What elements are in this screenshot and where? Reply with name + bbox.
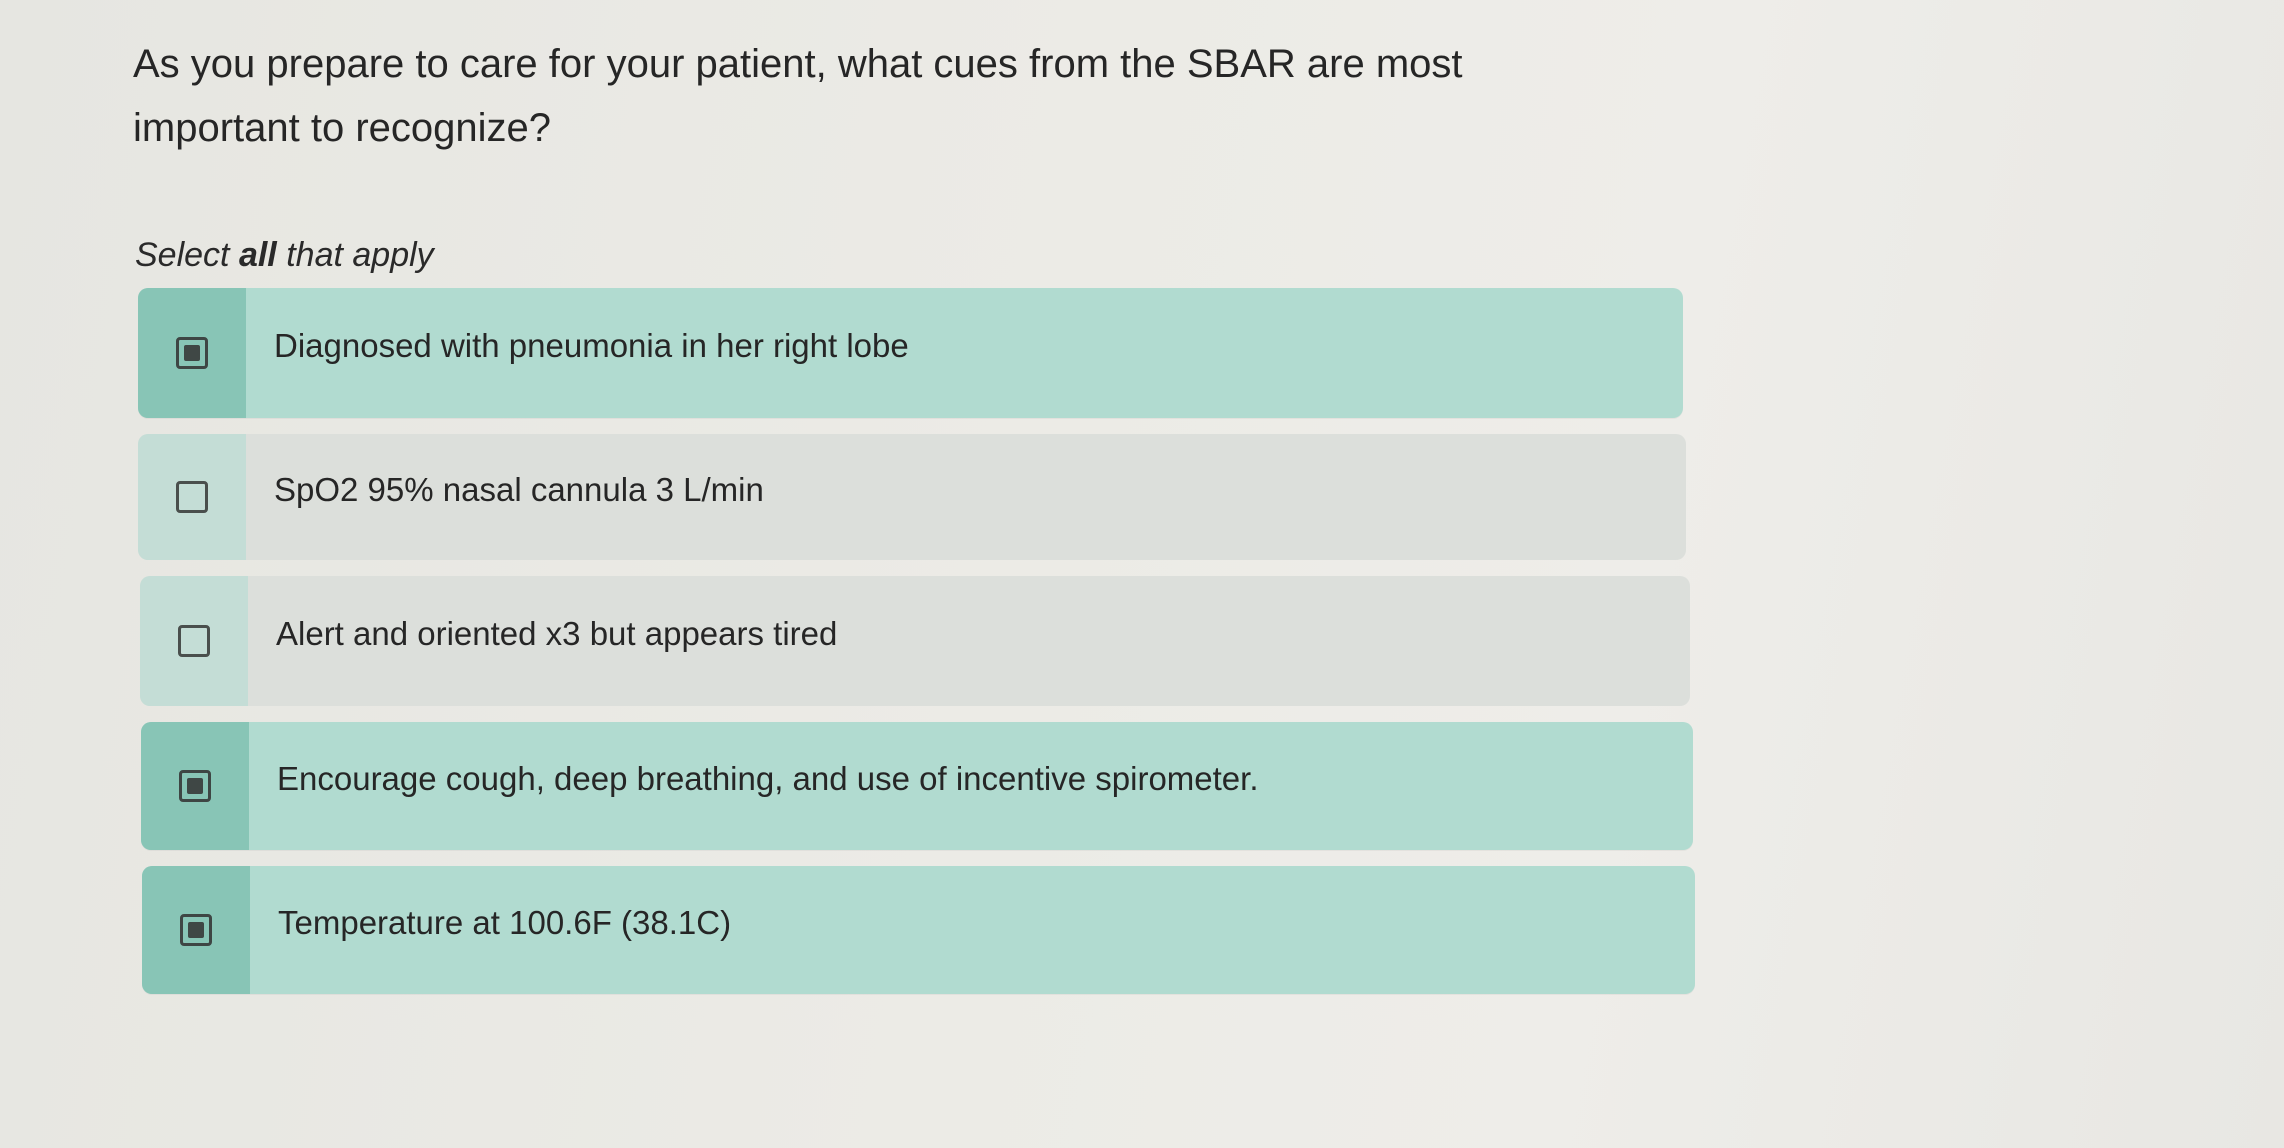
checkbox-cell[interactable] bbox=[141, 722, 249, 850]
answer-option-2[interactable]: SpO2 95% nasal cannula 3 L/min bbox=[138, 434, 1686, 560]
checkbox-cell[interactable] bbox=[140, 576, 248, 706]
answer-option-3[interactable]: Alert and oriented x3 but appears tired bbox=[140, 576, 1690, 706]
checkbox-fill-icon bbox=[184, 345, 200, 361]
checkbox-cell[interactable] bbox=[138, 288, 246, 418]
checkbox-cell[interactable] bbox=[138, 434, 246, 560]
instruction-emphasis: all bbox=[238, 236, 277, 274]
answer-option-4[interactable]: Encourage cough, deep breathing, and use… bbox=[141, 722, 1693, 850]
answer-option-5[interactable]: Temperature at 100.6F (38.1C) bbox=[142, 866, 1695, 994]
instruction-suffix: that apply bbox=[276, 236, 434, 274]
answer-option-label[interactable]: Temperature at 100.6F (38.1C) bbox=[250, 866, 1695, 994]
answer-option-label[interactable]: Encourage cough, deep breathing, and use… bbox=[249, 722, 1693, 850]
checkbox-fill-icon bbox=[187, 778, 203, 794]
answer-options-list: Diagnosed with pneumonia in her right lo… bbox=[138, 288, 1698, 1010]
answer-option-label[interactable]: SpO2 95% nasal cannula 3 L/min bbox=[246, 434, 1686, 560]
checkbox-icon[interactable] bbox=[179, 770, 211, 802]
question-text: As you prepare to care for your patient,… bbox=[133, 42, 1463, 150]
answer-option-label[interactable]: Alert and oriented x3 but appears tired bbox=[248, 576, 1690, 706]
checkbox-fill-icon bbox=[188, 922, 204, 938]
answer-option-label[interactable]: Diagnosed with pneumonia in her right lo… bbox=[246, 288, 1683, 418]
checkbox-icon[interactable] bbox=[176, 337, 208, 369]
checkbox-cell[interactable] bbox=[142, 866, 250, 994]
checkbox-icon[interactable] bbox=[176, 481, 208, 513]
checkbox-icon[interactable] bbox=[178, 625, 210, 657]
checkbox-icon[interactable] bbox=[180, 914, 212, 946]
answer-option-1[interactable]: Diagnosed with pneumonia in her right lo… bbox=[138, 288, 1683, 418]
instruction-prefix: Select bbox=[135, 236, 239, 274]
instruction-text: Select all that apply bbox=[135, 236, 434, 275]
